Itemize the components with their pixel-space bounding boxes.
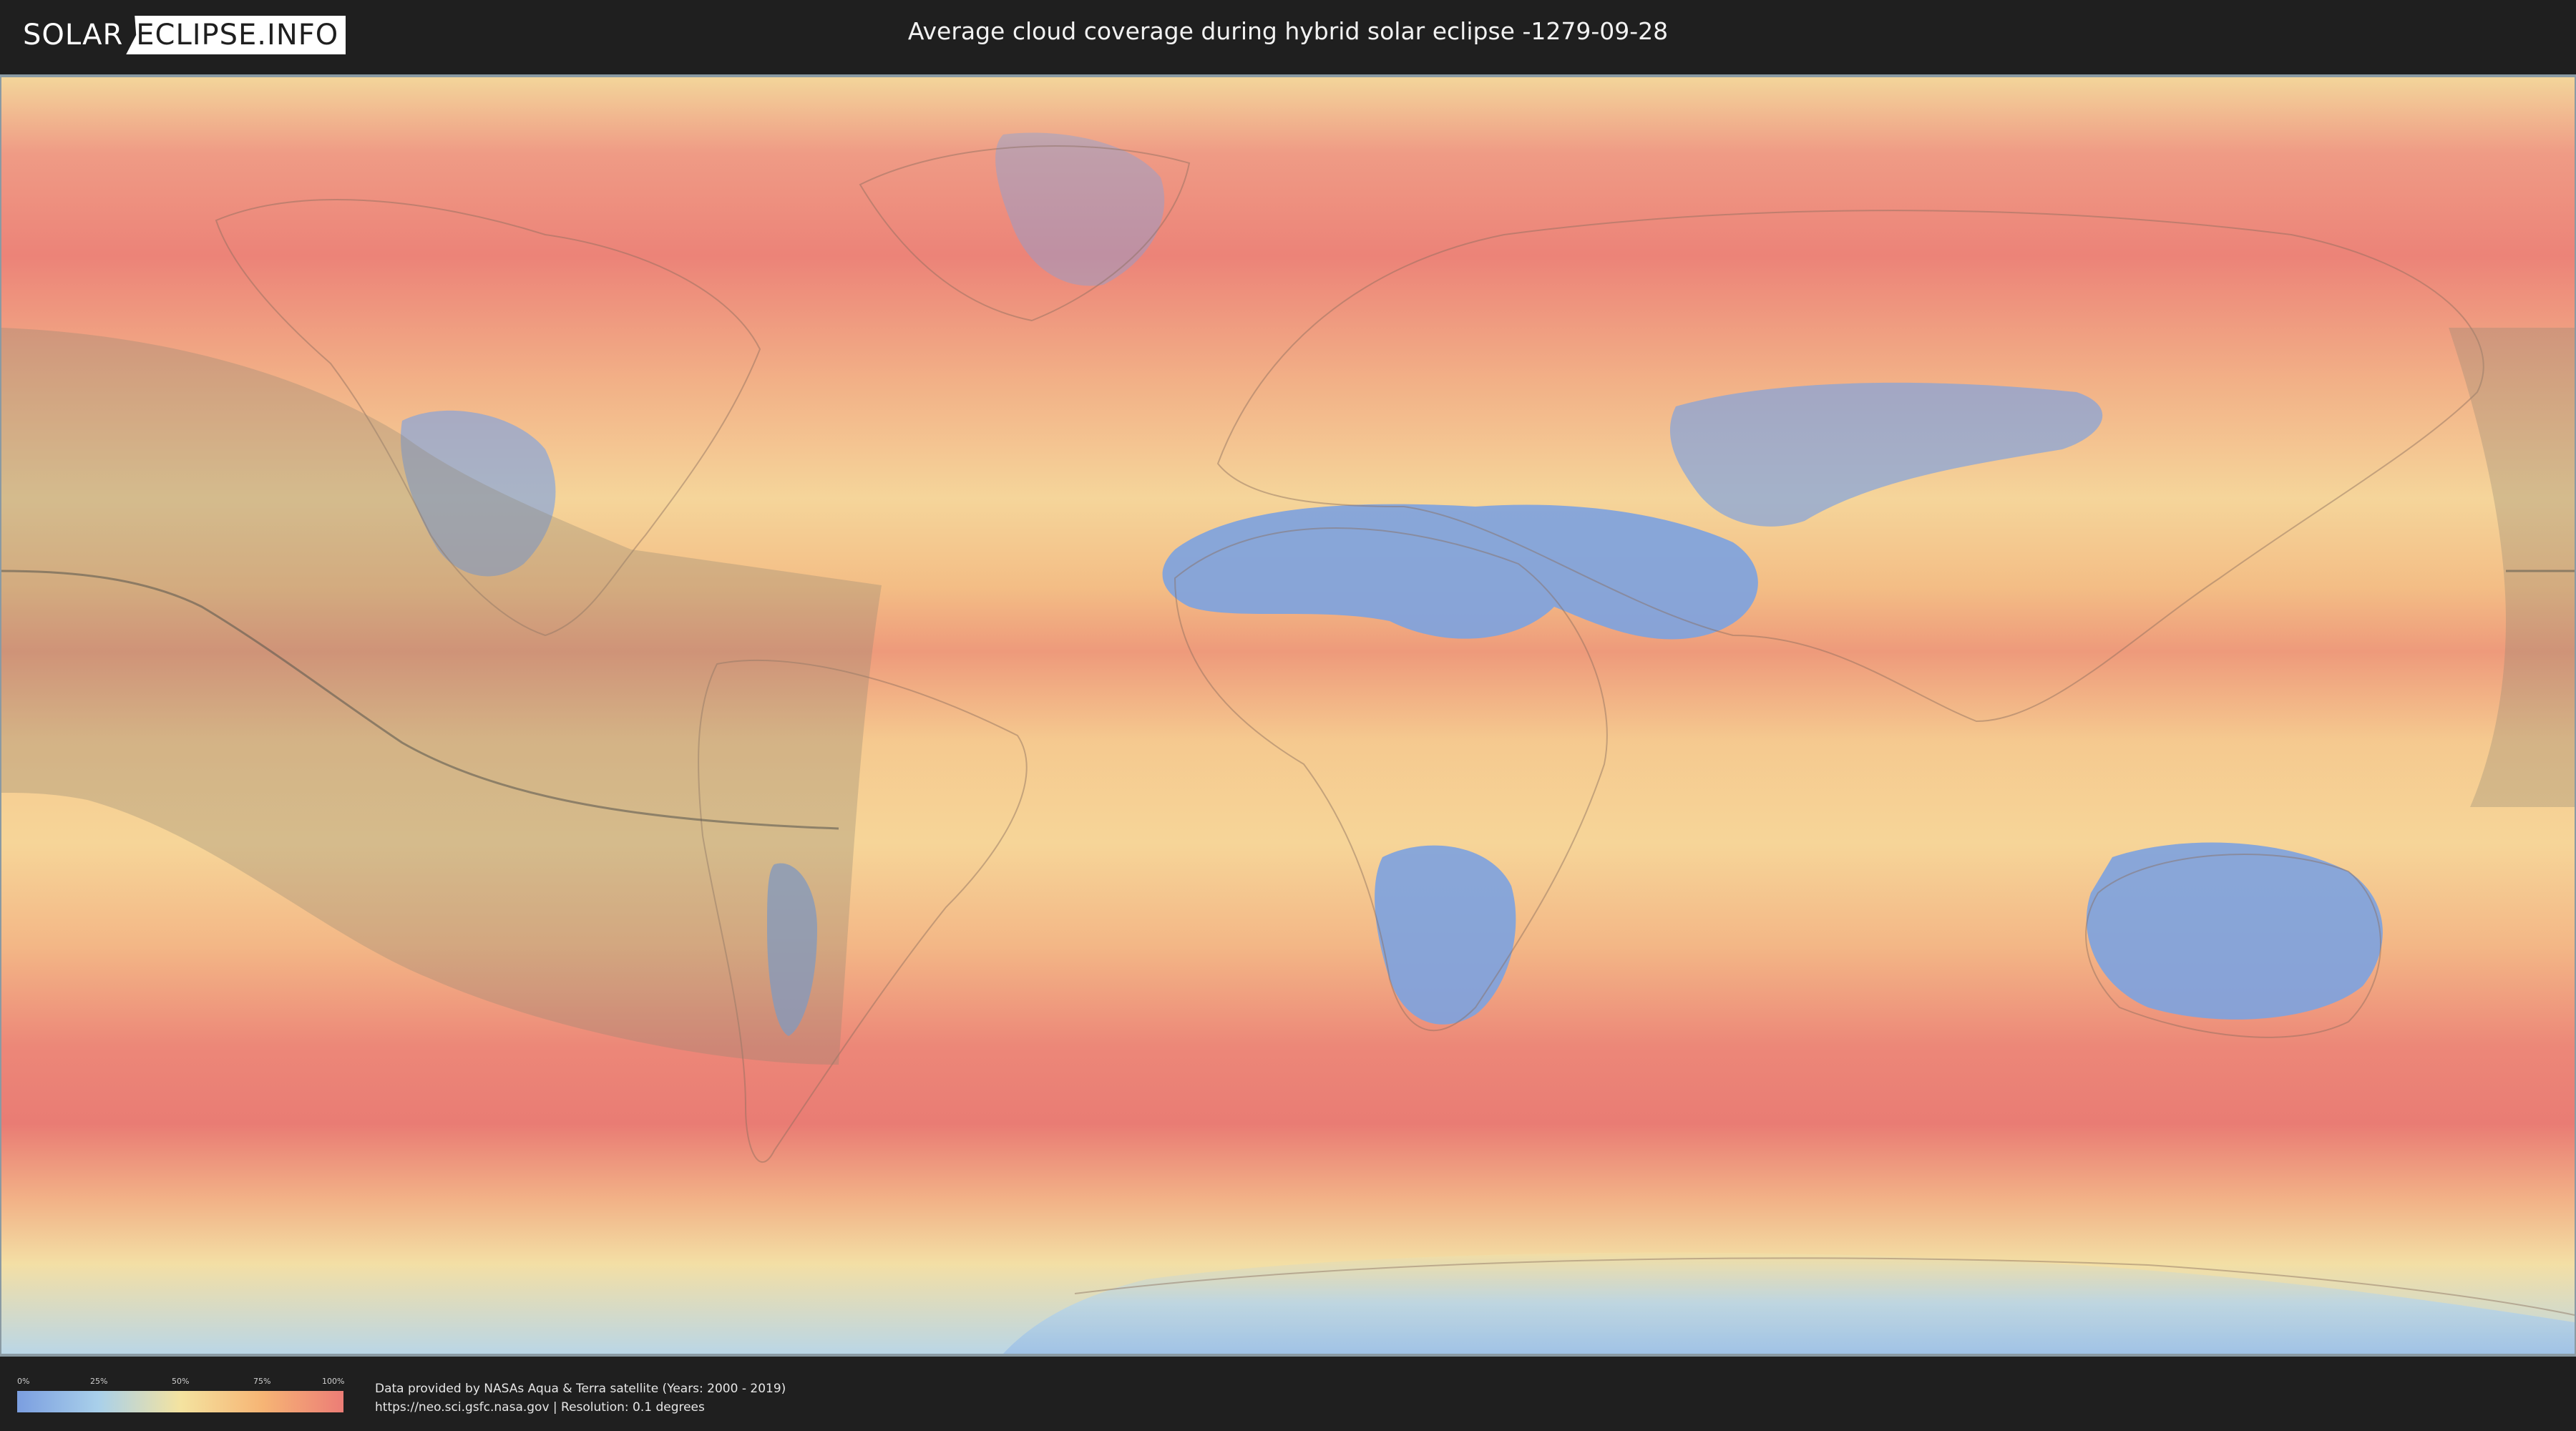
legend-tick-75: 75% <box>253 1377 271 1386</box>
map-frame <box>0 74 2576 1357</box>
credit-line-source: Data provided by NASAs Aqua & Terra sate… <box>375 1382 786 1396</box>
legend-tick-labels: 0% 25% 50% 75% 100% <box>17 1377 345 1387</box>
credit-line-url[interactable]: https://neo.sci.gsfc.nasa.gov | Resoluti… <box>375 1398 786 1417</box>
legend-tick-100: 100% <box>322 1377 345 1386</box>
legend-tick-25: 25% <box>90 1377 108 1386</box>
legend-tick-50: 50% <box>172 1377 190 1386</box>
legend-tick-0: 0% <box>17 1377 30 1386</box>
cloud-coverage-map[interactable] <box>1 77 2575 1354</box>
data-credit: Data provided by NASAs Aqua & Terra sate… <box>375 1379 786 1417</box>
header-bar: SOLAR ECLIPSE.INFO Average cloud coverag… <box>0 0 2576 72</box>
page-title: Average cloud coverage during hybrid sol… <box>907 17 1669 45</box>
legend-color-bar <box>17 1391 343 1412</box>
clear-sky-australia <box>2086 842 2383 1020</box>
